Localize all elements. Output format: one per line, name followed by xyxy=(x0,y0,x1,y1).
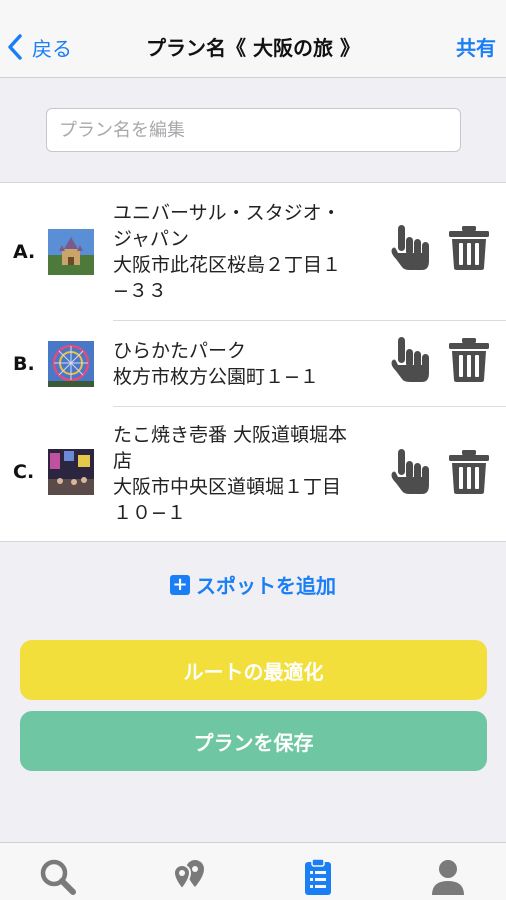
navigation-bar: 戻る プラン名《 大阪の旅 》 共有 xyxy=(0,0,506,78)
spot-address-line: 大阪市中央区道頓堀１丁目 xyxy=(113,476,342,498)
castle-photo-icon xyxy=(48,229,94,275)
spot-list: A. ユニバーサル・スタジオ・ ジャパン 大阪市此花区桜島２丁目１ −３３ B.… xyxy=(0,182,506,542)
spot-name-line: 店 xyxy=(113,450,133,472)
street-night-photo-icon xyxy=(48,449,94,495)
user-icon[interactable] xyxy=(428,857,468,897)
plus-square-icon: + xyxy=(170,574,190,595)
spot-text: ユニバーサル・スタジオ・ ジャパン 大阪市此花区桜島２丁目１ −３３ xyxy=(113,200,375,304)
save-plan-button[interactable]: プランを保存 xyxy=(20,711,487,771)
trash-icon[interactable] xyxy=(448,225,490,271)
spot-thumbnail xyxy=(48,341,94,387)
clipboard-list-icon[interactable] xyxy=(298,857,338,897)
spot-address-line: １０−１ xyxy=(113,502,186,524)
spot-name-line: ひらかたパーク xyxy=(113,340,247,362)
trash-icon[interactable] xyxy=(448,337,490,383)
spot-row-c[interactable]: C. たこ焼き壱番 大阪道頓堀本 店 大阪市中央区道頓堀１丁目 １０−１ xyxy=(0,407,506,541)
spot-address-line: 大阪市此花区桜島２丁目１ xyxy=(113,254,342,276)
drag-hand-icon[interactable] xyxy=(390,447,436,495)
drag-hand-icon[interactable] xyxy=(390,335,436,383)
spot-address-line: 枚方市枚方公園町１−１ xyxy=(113,366,319,388)
map-pins-icon[interactable] xyxy=(170,857,210,897)
trash-icon[interactable] xyxy=(448,449,490,495)
spot-text: ひらかたパーク 枚方市枚方公園町１−１ xyxy=(113,338,375,390)
optimize-route-button[interactable]: ルートの最適化 xyxy=(20,640,487,700)
spot-thumbnail xyxy=(48,449,94,495)
search-icon[interactable] xyxy=(38,857,78,897)
spot-letter: C. xyxy=(13,461,35,483)
drag-hand-icon[interactable] xyxy=(390,223,436,271)
spot-letter: A. xyxy=(13,241,36,263)
spot-name-line: ジャパン xyxy=(113,228,190,250)
spot-thumbnail xyxy=(48,229,94,275)
spot-name-line: ユニバーサル・スタジオ・ xyxy=(113,202,341,224)
spot-letter: B. xyxy=(13,353,35,375)
ferris-wheel-photo-icon xyxy=(48,341,94,387)
add-spot-button[interactable]: + スポットを追加 xyxy=(0,570,506,599)
spot-address-line: −３３ xyxy=(113,280,167,302)
plan-name-input[interactable] xyxy=(46,108,461,152)
spot-name-line: たこ焼き壱番 大阪道頓堀本 xyxy=(113,424,348,446)
spot-text: たこ焼き壱番 大阪道頓堀本 店 大阪市中央区道頓堀１丁目 １０−１ xyxy=(113,422,375,526)
add-spot-label: スポットを追加 xyxy=(196,574,336,598)
tab-bar xyxy=(0,842,506,900)
spot-row-a[interactable]: A. ユニバーサル・スタジオ・ ジャパン 大阪市此花区桜島２丁目１ −３３ xyxy=(0,183,506,321)
share-button[interactable]: 共有 xyxy=(456,32,496,61)
page-title: プラン名《 大阪の旅 》 xyxy=(146,36,360,60)
spot-row-b[interactable]: B. ひらかたパーク 枚方市枚方公園町１−１ xyxy=(0,321,506,407)
